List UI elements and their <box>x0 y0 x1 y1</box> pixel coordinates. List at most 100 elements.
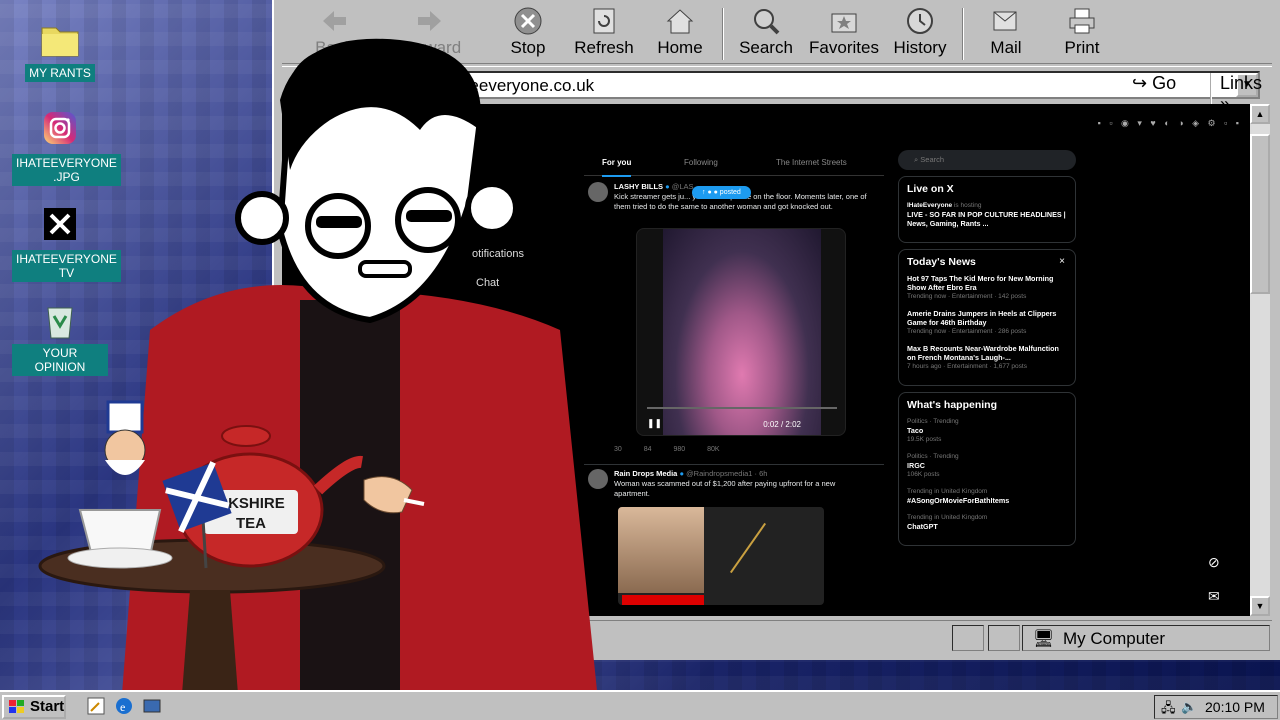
trend-item[interactable]: Politics · Trending IRGC 106K posts <box>907 452 1067 479</box>
quicklaunch-ie-icon[interactable]: e <box>114 696 136 718</box>
scroll-down-icon[interactable]: ▼ <box>1250 596 1270 616</box>
news-item[interactable]: Max B Recounts Near-Wardrobe Malfunction… <box>907 344 1067 371</box>
news-headline: Hot 97 Taps The Kid Mero for New Morning… <box>907 274 1054 292</box>
x-right-sidebar: ⌕ Search Live on X IHateEveryone is host… <box>898 150 1076 546</box>
video-progress[interactable] <box>647 407 837 409</box>
live-title: Live on X <box>907 183 954 195</box>
todays-news-panel: Today's News × Hot 97 Taps The Kid Mero … <box>898 249 1076 386</box>
x-search-input[interactable]: ⌕ Search <box>898 150 1076 170</box>
search-button[interactable]: Search <box>726 6 806 62</box>
volume-icon[interactable]: 🔈 <box>1181 699 1197 715</box>
home-button[interactable]: Home <box>640 6 720 62</box>
mail-button[interactable]: Mail <box>966 6 1046 62</box>
post-author: Rain Drops Media <box>614 469 678 478</box>
close-icon[interactable]: × <box>1059 256 1065 267</box>
trend-item[interactable]: Trending in United Kingdom #ASongOrMovieF… <box>907 487 1067 505</box>
verified-icon: ● <box>665 182 670 191</box>
post-author: LASHY BILLS <box>614 182 664 191</box>
history-icon <box>905 6 935 36</box>
taskbar: Start e 🖧 🔈 20:10 PM <box>0 690 1280 720</box>
grok-icon[interactable]: ⊘ <box>1208 554 1228 574</box>
news-item[interactable]: Hot 97 Taps The Kid Mero for New Morning… <box>907 274 1067 301</box>
gold-stripe <box>729 522 767 574</box>
trend-context: Politics · Trending <box>907 453 959 460</box>
history-button[interactable]: History <box>880 6 960 62</box>
right-ear <box>465 181 519 235</box>
live-item[interactable]: IHateEveryone is hosting LIVE - SO FAR I… <box>907 201 1067 228</box>
mouth <box>358 260 412 278</box>
favorites-label: Favorites <box>809 38 879 57</box>
links-label: Links <box>1220 73 1263 93</box>
scroll-up-icon[interactable]: ▲ <box>1250 104 1270 124</box>
home-icon <box>665 6 695 36</box>
news-item[interactable]: Amerie Drains Jumpers in Heels at Clippe… <box>907 309 1067 336</box>
messages-icon[interactable]: ✉ <box>1208 588 1228 608</box>
new-posts-pill[interactable]: ↑ ● ● posted <box>692 186 751 199</box>
video-player[interactable]: ❚❚ 0:02 / 2:02 <box>636 228 846 436</box>
live-headline: LIVE - SO FAR IN POP CULTURE HEADLINES |… <box>907 210 1066 228</box>
windows-logo-icon <box>9 700 25 714</box>
zone-label: My Computer <box>1063 629 1166 648</box>
verified-icon: ● <box>679 469 684 478</box>
view-count[interactable]: 80K <box>707 446 719 453</box>
uncle-sam-beard <box>105 460 145 475</box>
post-handle: @LAS <box>671 182 694 191</box>
left-pupil <box>316 216 362 228</box>
extension-icons-row: ▪ ▫ ◉ ▾ ♥ ◐ ◑ ◈ ⚙ ▫ ▪ <box>1097 118 1242 128</box>
like-count[interactable]: 980 <box>674 446 686 453</box>
history-label: History <box>893 38 947 57</box>
status-cell <box>988 625 1020 651</box>
trend-context: Politics · Trending <box>907 418 959 425</box>
quicklaunch-desktop-icon[interactable] <box>142 696 164 718</box>
uncle-sam-hat <box>106 400 144 434</box>
search-placeholder: Search <box>920 155 945 164</box>
go-arrow-icon: ↪ <box>1132 73 1148 93</box>
trend-context: Trending in United Kingdom <box>907 514 988 521</box>
live-host-suffix: is hosting <box>953 202 982 209</box>
toolbar-separator <box>722 8 724 60</box>
scroll-thumb[interactable] <box>1250 134 1270 294</box>
go-button[interactable]: ↪ Go <box>1132 73 1176 94</box>
trend-item[interactable]: Trending in United Kingdom ChatGPT <box>907 513 1067 531</box>
post-card[interactable]: Rain Drops Media ● @Raindropsmedia1 · 6h… <box>584 464 884 616</box>
network-icon[interactable]: 🖧 <box>1161 699 1176 720</box>
print-button[interactable]: Print <box>1042 6 1122 62</box>
trend-item[interactable]: Politics · Trending Taco 19.5K posts <box>907 417 1067 444</box>
repost-count[interactable]: 84 <box>644 446 652 453</box>
trend-topic: IRGC <box>907 461 925 470</box>
quicklaunch-edit-icon[interactable] <box>86 696 108 718</box>
trend-context: Trending in United Kingdom <box>907 488 988 495</box>
whats-happening-panel: What's happening Politics · Trending Taco… <box>898 392 1076 546</box>
print-label: Print <box>1064 38 1100 57</box>
post-handle: @Raindropsmedia1 · 6h <box>686 469 768 478</box>
trend-posts: 19.5K posts <box>907 436 942 443</box>
character-overlay: RKSHIRE TEA <box>0 0 600 720</box>
tab-following[interactable]: Following <box>684 158 718 167</box>
vertical-scrollbar[interactable]: ▲ ▼ <box>1250 104 1270 616</box>
post-media[interactable] <box>618 507 824 605</box>
favorites-button[interactable]: Favorites <box>804 6 884 62</box>
trend-topic: #ASongOrMovieForBathItems <box>907 496 1010 505</box>
tab-for-you[interactable]: For you <box>602 158 632 177</box>
trend-topic: ChatGPT <box>907 522 938 531</box>
reply-count[interactable]: 30 <box>614 446 622 453</box>
computer-icon: 🖥 <box>1033 629 1055 648</box>
live-panel: Live on X IHateEveryone is hosting LIVE … <box>898 176 1076 243</box>
timeline-tabs: For you Following The Internet Streets <box>584 150 884 177</box>
video-frame <box>663 229 821 435</box>
tea-label-line2: TEA <box>236 515 266 532</box>
post-card[interactable]: LASHY BILLS ● @LAS Kick streamer gets ju… <box>584 178 884 456</box>
post-header: Rain Drops Media ● @Raindropsmedia1 · 6h <box>614 469 767 478</box>
trend-topic: Taco <box>907 426 924 435</box>
news-title: Today's News <box>907 256 976 268</box>
tab-internet-streets[interactable]: The Internet Streets <box>776 158 847 167</box>
search-icon <box>751 6 781 36</box>
pause-icon[interactable]: ❚❚ <box>647 418 662 429</box>
status-cell <box>952 625 984 651</box>
post-header: LASHY BILLS ● @LAS <box>614 182 694 191</box>
news-headline: Amerie Drains Jumpers in Heels at Clippe… <box>907 309 1057 327</box>
start-button[interactable]: Start <box>2 695 66 719</box>
post-actions: 30 84 980 80K <box>614 446 874 453</box>
system-tray: 🖧 🔈 20:10 PM <box>1154 695 1278 719</box>
character-illustration: RKSHIRE TEA <box>38 38 600 720</box>
